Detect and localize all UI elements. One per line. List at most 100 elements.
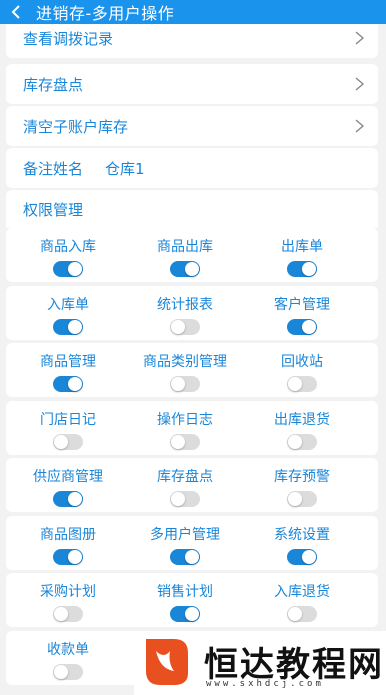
- permission-toggle[interactable]: [53, 318, 83, 335]
- permission-label: 操作日志: [157, 411, 213, 428]
- permission-toggle[interactable]: [287, 376, 317, 392]
- permission-label: 出库退货: [274, 411, 330, 428]
- permission-item: 出库退货: [240, 401, 364, 455]
- toggle-knob: [288, 607, 302, 621]
- menu-item-stock-check[interactable]: 库存盘点: [6, 64, 378, 104]
- permission-label: 商品管理: [40, 354, 96, 370]
- permission-item: 系统设置: [240, 516, 364, 570]
- toggle-knob: [185, 549, 199, 564]
- permissions-heading-row: 权限管理: [6, 190, 378, 228]
- permission-item: 入库单: [6, 286, 130, 340]
- menu-item-clear-subaccount-stock[interactable]: 清空子账户库存: [6, 106, 378, 146]
- page-title: 进销存-多用户操作: [36, 4, 175, 23]
- toggle-knob: [68, 262, 82, 276]
- remark-name-value[interactable]: 仓库1: [105, 158, 145, 179]
- permission-item: 库存盘点: [123, 458, 247, 512]
- permission-label: 客户管理: [274, 296, 330, 313]
- permission-label: 统计报表: [157, 296, 213, 313]
- permission-label: 商品入库: [40, 239, 96, 255]
- toggle-knob: [171, 377, 185, 391]
- permission-toggle[interactable]: [287, 318, 317, 335]
- permission-toggle[interactable]: [170, 548, 200, 565]
- permission-item: 商品管理: [6, 343, 130, 397]
- permission-toggle[interactable]: [170, 318, 200, 335]
- permission-label: 收款单: [47, 641, 89, 658]
- chevron-right-icon: [355, 31, 365, 45]
- permission-toggle[interactable]: [53, 548, 83, 565]
- toggle-knob: [171, 319, 185, 334]
- permission-toggle[interactable]: [170, 491, 200, 507]
- permission-label: 采购计划: [40, 584, 96, 600]
- permission-toggle[interactable]: [287, 433, 317, 450]
- permission-item: 出库单: [240, 228, 364, 282]
- permission-label: 商品类别管理: [143, 354, 227, 370]
- permission-toggle[interactable]: [53, 663, 83, 680]
- permission-item: 客户管理: [240, 286, 364, 340]
- remark-name-label: 备注姓名: [23, 159, 84, 178]
- permission-toggle[interactable]: [53, 433, 83, 450]
- permission-item: 入库退货: [240, 573, 364, 627]
- permission-toggle[interactable]: [170, 606, 200, 622]
- permission-item: 供应商管理: [6, 458, 130, 512]
- permission-item: 收款单: [6, 631, 130, 685]
- permission-toggle[interactable]: [53, 261, 83, 277]
- permission-row: 采购计划 销售计划 入库退货: [6, 573, 378, 627]
- permission-label: 商品图册: [40, 526, 96, 543]
- permission-item: 操作日志: [123, 401, 247, 455]
- permission-toggle[interactable]: [287, 606, 317, 622]
- toggle-knob: [288, 492, 302, 506]
- permission-item: 销售计划: [123, 573, 247, 627]
- logo-icon: [146, 639, 188, 685]
- toggle-knob: [288, 434, 302, 449]
- chevron-left-icon: [11, 5, 20, 19]
- toggle-knob: [185, 607, 199, 621]
- permission-item: 商品出库: [123, 228, 247, 282]
- remark-name-row[interactable]: 备注姓名 仓库1: [6, 148, 378, 188]
- menu-item-label: 查看调拨记录: [23, 29, 114, 48]
- toggle-knob: [68, 492, 82, 506]
- permission-label: 入库退货: [274, 584, 330, 600]
- permission-toggle[interactable]: [53, 491, 83, 507]
- chevron-right-icon: [355, 119, 365, 133]
- toggle-knob: [288, 377, 302, 391]
- toggle-knob: [54, 434, 68, 449]
- menu-item-label: 库存盘点: [23, 75, 84, 94]
- permission-toggle[interactable]: [287, 548, 317, 565]
- permission-toggle[interactable]: [53, 606, 83, 622]
- permission-toggle[interactable]: [287, 261, 317, 277]
- permission-label: 入库单: [47, 296, 89, 313]
- permission-item: 门店日记: [6, 401, 130, 455]
- toggle-knob: [302, 262, 316, 276]
- permission-label: 系统设置: [274, 526, 330, 543]
- permission-item: 采购计划: [6, 573, 130, 627]
- permission-label: 供应商管理: [33, 469, 103, 485]
- permissions-title: 权限管理: [23, 200, 84, 219]
- permission-toggle[interactable]: [53, 376, 83, 392]
- permission-item: 商品图册: [6, 516, 130, 570]
- permission-label: 库存盘点: [157, 469, 213, 485]
- permission-item: 回收站: [240, 343, 364, 397]
- permission-toggle[interactable]: [170, 376, 200, 392]
- toggle-knob: [185, 262, 199, 276]
- permission-row: 商品图册 多用户管理 系统设置: [6, 515, 378, 570]
- chevron-right-icon: [355, 77, 365, 91]
- permission-row: 供应商管理 库存盘点 库存预警: [6, 458, 378, 512]
- permission-item: 商品入库: [6, 228, 130, 282]
- permission-toggle[interactable]: [287, 491, 317, 507]
- permission-row: 门店日记 操作日志 出库退货: [6, 400, 378, 455]
- app-header: 进销存-多用户操作: [0, 0, 386, 24]
- toggle-knob: [171, 492, 185, 506]
- watermark: 恒达教程网 www.sxhdcj.com: [134, 631, 386, 695]
- permission-label: 出库单: [281, 239, 323, 255]
- toggle-knob: [68, 549, 82, 564]
- menu-item-transfer-records[interactable]: 查看调拨记录: [6, 24, 378, 58]
- permission-label: 库存预警: [274, 469, 330, 485]
- toggle-knob: [302, 319, 316, 334]
- permission-row: 商品入库 商品出库 出库单: [6, 228, 378, 282]
- back-button[interactable]: [0, 0, 32, 24]
- menu-item-label: 清空子账户库存: [23, 117, 129, 136]
- permission-label: 销售计划: [157, 584, 213, 600]
- permission-toggle[interactable]: [170, 261, 200, 277]
- toggle-knob: [68, 319, 82, 334]
- permission-toggle[interactable]: [170, 433, 200, 450]
